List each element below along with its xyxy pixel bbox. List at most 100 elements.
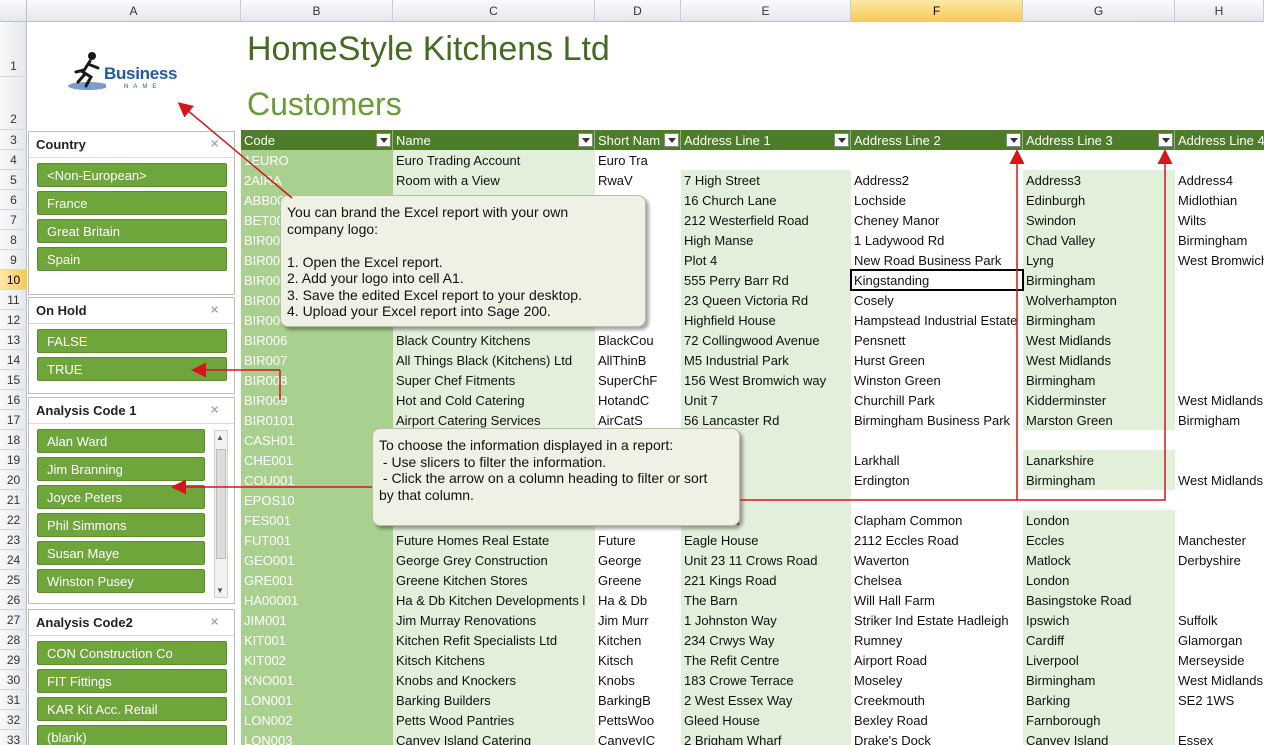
table-cell[interactable] <box>1175 450 1264 470</box>
table-cell[interactable] <box>1175 350 1264 370</box>
table-cell[interactable]: West Midlands <box>1175 470 1264 490</box>
table-cell[interactable] <box>1175 270 1264 290</box>
table-cell[interactable]: 2AIRA <box>241 170 393 190</box>
table-cell[interactable]: Canvey Island Catering <box>393 730 595 745</box>
table-cell[interactable]: West Midlands <box>1023 330 1175 350</box>
table-cell[interactable]: Super Chef Fitments <box>393 370 595 390</box>
table-cell[interactable]: JIM001 <box>241 610 393 630</box>
table-cell[interactable]: Cheney Manor <box>851 210 1023 230</box>
table-cell[interactable]: Future <box>595 530 681 550</box>
table-cell[interactable]: Ha & Db <box>595 590 681 610</box>
table-cell[interactable] <box>1023 150 1175 170</box>
table-cell[interactable]: Birmingham <box>1023 310 1175 330</box>
table-cell[interactable]: 2 West Essex Way <box>681 690 851 710</box>
filter-dropdown-icon[interactable] <box>376 133 391 147</box>
table-cell[interactable]: Eccles <box>1023 530 1175 550</box>
table-cell[interactable]: London <box>1023 570 1175 590</box>
table-cell[interactable]: RwaV <box>595 170 681 190</box>
row-header[interactable]: 6 <box>0 190 27 210</box>
table-cell[interactable] <box>1175 710 1264 730</box>
table-cell[interactable]: Room with a View <box>393 170 595 190</box>
table-cell[interactable]: Future Homes Real Estate <box>393 530 595 550</box>
column-header-c[interactable]: C <box>393 0 595 22</box>
table-cell[interactable]: Black Country Kitchens <box>393 330 595 350</box>
table-cell[interactable]: New Road Business Park <box>851 250 1023 270</box>
table-cell[interactable] <box>1175 150 1264 170</box>
slicer-on-hold[interactable]: On Hold ⨯ FALSE TRUE <box>28 297 235 394</box>
table-cell[interactable]: Birmingham <box>1023 470 1175 490</box>
table-cell[interactable]: FES001 <box>241 510 393 530</box>
table-cell[interactable]: Cosely <box>851 290 1023 310</box>
row-header[interactable]: 18 <box>0 430 27 450</box>
table-cell[interactable] <box>1023 490 1175 510</box>
table-cell[interactable]: All Things Black (Kitchens) Ltd <box>393 350 595 370</box>
table-cell[interactable]: M5 Industrial Park <box>681 350 851 370</box>
table-cell[interactable]: CASH01 <box>241 430 393 450</box>
table-cell[interactable]: The Barn <box>681 590 851 610</box>
row-header[interactable]: 25 <box>0 570 27 590</box>
column-header-b[interactable]: B <box>241 0 393 22</box>
slicer-item[interactable]: France <box>37 191 227 215</box>
scrollbar-thumb[interactable] <box>216 449 226 559</box>
table-cell[interactable]: Euro Trading Account <box>393 150 595 170</box>
row-header[interactable]: 23 <box>0 530 27 550</box>
slicer-item[interactable]: Joyce Peters <box>37 485 205 509</box>
table-cell[interactable]: Waverton <box>851 550 1023 570</box>
clear-filter-icon[interactable]: ⨯ <box>210 403 224 417</box>
row-header[interactable]: 11 <box>0 290 27 310</box>
table-cell[interactable]: 183 Crowe Terrace <box>681 670 851 690</box>
slicer-item[interactable]: KAR Kit Acc. Retail <box>37 697 227 721</box>
table-cell[interactable] <box>1175 290 1264 310</box>
row-header[interactable]: 1 <box>0 22 27 77</box>
table-cell[interactable] <box>1175 570 1264 590</box>
table-cell[interactable]: Wolverhampton <box>1023 290 1175 310</box>
row-header[interactable]: 10 <box>0 270 27 290</box>
table-cell[interactable]: Birmingham <box>1023 370 1175 390</box>
table-cell[interactable]: Birmingham <box>1023 270 1175 290</box>
column-header-f[interactable]: F <box>851 0 1023 22</box>
table-cell[interactable]: Lyng <box>1023 250 1175 270</box>
table-cell[interactable] <box>1175 310 1264 330</box>
table-cell[interactable]: Birmigham <box>1175 410 1264 430</box>
table-cell[interactable]: West Midlands <box>1175 670 1264 690</box>
table-cell[interactable]: BarkingB <box>595 690 681 710</box>
table-cell[interactable] <box>1175 370 1264 390</box>
column-header-a[interactable]: A <box>27 0 241 22</box>
table-cell[interactable] <box>1175 490 1264 510</box>
slicer-item[interactable]: Susan Maye <box>37 541 205 565</box>
table-cell[interactable]: Ipswich <box>1023 610 1175 630</box>
table-cell[interactable]: Eagle House <box>681 530 851 550</box>
table-cell[interactable]: Winston Green <box>851 370 1023 390</box>
table-cell[interactable]: Swindon <box>1023 210 1175 230</box>
table-cell[interactable]: 7 High Street <box>681 170 851 190</box>
table-cell[interactable]: Hot and Cold Catering <box>393 390 595 410</box>
table-cell[interactable]: SE2 1WS <box>1175 690 1264 710</box>
slicer-item[interactable]: (blank) <box>37 725 227 745</box>
table-cell[interactable]: Cardiff <box>1023 630 1175 650</box>
slicer-scrollbar[interactable]: ▲ ▼ <box>214 430 228 598</box>
table-cell[interactable]: CanveyIC <box>595 730 681 745</box>
table-cell[interactable] <box>1175 330 1264 350</box>
row-header[interactable]: 29 <box>0 650 27 670</box>
table-cell[interactable]: Address3 <box>1023 170 1175 190</box>
row-header[interactable]: 32 <box>0 710 27 730</box>
table-cell[interactable]: The Refit Centre <box>681 650 851 670</box>
table-cell[interactable]: SuperChF <box>595 370 681 390</box>
table-cell[interactable]: Chelsea <box>851 570 1023 590</box>
table-cell[interactable] <box>851 490 1023 510</box>
table-cell[interactable] <box>851 430 1023 450</box>
table-cell[interactable]: 1 Ladywood Rd <box>851 230 1023 250</box>
table-cell[interactable] <box>1175 510 1264 530</box>
slicer-item[interactable]: Great Britain <box>37 219 227 243</box>
table-cell[interactable]: Suffolk <box>1175 610 1264 630</box>
table-cell[interactable]: 2112 Eccles Road <box>851 530 1023 550</box>
table-cell[interactable]: Address2 <box>851 170 1023 190</box>
filter-dropdown-icon[interactable] <box>1158 133 1173 147</box>
table-cell[interactable] <box>1175 590 1264 610</box>
row-header[interactable]: 17 <box>0 410 27 430</box>
clear-filter-icon[interactable]: ⨯ <box>210 137 224 151</box>
filter-dropdown-icon[interactable] <box>1006 133 1021 147</box>
row-header[interactable]: 4 <box>0 150 27 170</box>
table-cell[interactable]: Farnborough <box>1023 710 1175 730</box>
table-cell[interactable]: BIR007 <box>241 350 393 370</box>
